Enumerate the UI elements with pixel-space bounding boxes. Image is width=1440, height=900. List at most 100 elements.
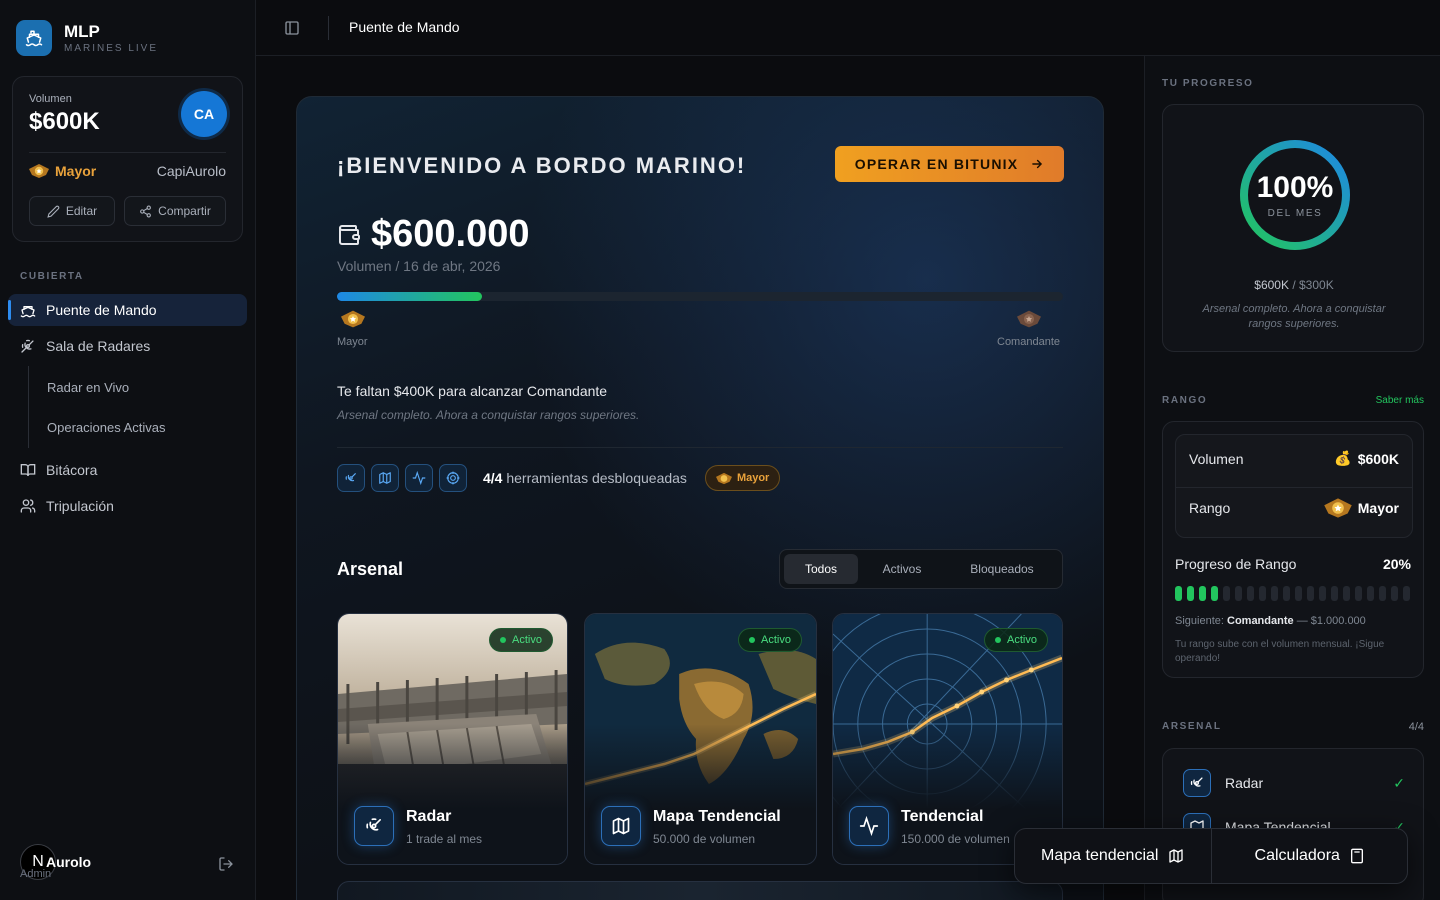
rank-pill-label: Mayor: [736, 472, 770, 484]
tab-locked[interactable]: Bloqueados: [946, 554, 1058, 584]
target-icon[interactable]: [439, 464, 467, 492]
share-icon: [140, 205, 152, 217]
progress-segment: [1271, 586, 1278, 601]
topbar: Puente de Mando: [256, 0, 1440, 56]
sidebar-item-label: Puente de Mando: [46, 302, 157, 318]
rank-emblem-icon: [715, 472, 732, 484]
sidebar-item-crew[interactable]: Tripulación: [8, 490, 247, 522]
next-rank-name: Comandante: [1227, 615, 1294, 627]
trend-map-button[interactable]: Mapa tendencial: [1015, 829, 1211, 883]
share-button[interactable]: Compartir: [124, 196, 226, 226]
arsenal-card-radar[interactable]: Activo Radar 1 trade al mes: [337, 613, 568, 865]
rank-rank-row: Rango Mayor: [1189, 497, 1399, 519]
nav-section-title: CUBIERTA: [20, 271, 84, 282]
calculator-button[interactable]: Calculadora: [1212, 829, 1408, 883]
progress-segment: [1403, 586, 1410, 601]
card-title: Mapa Tendencial: [653, 808, 781, 825]
map-icon[interactable]: [371, 464, 399, 492]
rank-emblem-icon: [1324, 498, 1352, 518]
sidebar-toggle-button[interactable]: [284, 20, 300, 36]
progress-segment: [1259, 586, 1266, 601]
progress-segment: [1295, 586, 1302, 601]
progress-segment: [1187, 586, 1194, 601]
active-badge: Activo: [738, 628, 802, 652]
tab-active[interactable]: Activos: [862, 554, 942, 584]
rank-row-label: Rango: [1189, 500, 1231, 516]
card-actions: Editar Compartir: [29, 196, 226, 226]
logout-button[interactable]: [218, 856, 234, 872]
arsenal-card-map[interactable]: Activo Mapa Tendencial 50.000 de volumen: [584, 613, 817, 865]
activity-icon: [849, 806, 889, 846]
arsenal-count: 4/4: [1408, 721, 1424, 733]
sidebar-subitem-active-ops[interactable]: Operaciones Activas: [47, 420, 166, 435]
rank-volume-value-wrap: 💰 $600K: [1334, 450, 1399, 467]
divider: [337, 447, 1063, 448]
divider: [328, 16, 329, 40]
amount-goal: $300K: [1299, 278, 1334, 292]
amount-value: $600.000: [371, 213, 530, 255]
page-title: Puente de Mando: [349, 19, 460, 35]
brand[interactable]: MLP MARINES LIVE: [16, 20, 158, 56]
rank-progress-percent: 20%: [1382, 556, 1411, 572]
progress-section-title: TU PROGRESO: [1162, 78, 1254, 89]
rank-badge: Mayor: [29, 163, 96, 179]
progress-note: Arsenal completo. Ahora a conquistar ran…: [1202, 303, 1386, 330]
progress-amount: $600K / $300K: [1163, 278, 1425, 292]
card-subtitle: 50.000 de volumen: [653, 832, 756, 846]
tools-unlocked-text: 4/4 herramientas desbloqueadas: [483, 470, 687, 486]
pencil-icon: [47, 205, 60, 218]
map-icon: [1169, 849, 1184, 863]
rank-progress-title: Progreso de Rango: [1175, 556, 1297, 572]
volume-card: Volumen $600K CA Mayor CapiAurolo Editar…: [12, 76, 243, 242]
sidebar-item-radars[interactable]: Sala de Radares: [8, 330, 247, 362]
ring-subtitle: DEL MES: [1267, 208, 1323, 219]
share-label: Compartir: [158, 204, 211, 218]
active-label: Activo: [512, 634, 542, 646]
progress-card: 100% DEL MES $600K / $300K Arsenal compl…: [1162, 104, 1424, 352]
activity-icon[interactable]: [405, 464, 433, 492]
welcome-title: ¡BIENVENIDO A BORDO MARINO!: [337, 153, 747, 178]
wallet-icon: [339, 224, 360, 245]
money-bag-icon: 💰: [1334, 450, 1352, 466]
arsenal-filter: Todos Activos Bloqueados: [779, 549, 1063, 589]
trend-map-label: Mapa tendencial: [1041, 847, 1159, 864]
hero-card: ¡BIENVENIDO A BORDO MARINO! OPERAR EN BI…: [296, 96, 1104, 900]
arrow-right-icon: [1032, 159, 1043, 169]
sidebar-item-label: Sala de Radares: [46, 338, 151, 354]
progress-segment: [1391, 586, 1398, 601]
calculator-label: Calculadora: [1254, 847, 1340, 864]
rank-name: Mayor: [55, 163, 97, 179]
tab-all[interactable]: Todos: [784, 554, 858, 584]
sidebar-item-log[interactable]: Bitácora: [8, 454, 247, 486]
map-icon: [601, 806, 641, 846]
check-icon: ✓: [1393, 775, 1405, 791]
amount-sep: /: [1288, 278, 1299, 292]
brand-subtitle: MARINES LIVE: [64, 42, 159, 54]
logout-icon: [219, 857, 233, 871]
edit-label: Editar: [65, 204, 98, 218]
card-subtitle: 1 trade al mes: [406, 832, 483, 846]
radar-icon[interactable]: [337, 464, 365, 492]
ring-value: 100%: [1256, 171, 1334, 204]
next-prefix: Siguiente:: [1175, 615, 1224, 627]
edit-button[interactable]: Editar: [29, 196, 115, 226]
next-rank-emblem-icon: [1017, 309, 1041, 329]
sidebar-item-bridge[interactable]: Puente de Mando: [8, 294, 247, 326]
radar-icon: [21, 339, 34, 353]
rank-value: Mayor: [1357, 500, 1399, 516]
sidebar-subitem-live-radar[interactable]: Radar en Vivo: [47, 380, 129, 395]
arsenal-card-partial[interactable]: [337, 881, 1063, 900]
arsenal-list-item[interactable]: Radar: [1183, 769, 1263, 797]
progress-segment: [1379, 586, 1386, 601]
rank-value-wrap: Mayor: [1324, 497, 1399, 519]
user-name: CapiAurolo: [156, 163, 226, 179]
learn-more-link[interactable]: Saber más: [1376, 395, 1424, 406]
progress-segment: [1223, 586, 1230, 601]
sidebar-item-label: Bitácora: [46, 462, 98, 478]
active-label: Activo: [1007, 634, 1037, 646]
progress-segment: [1307, 586, 1314, 601]
trade-bitunix-button[interactable]: OPERAR EN BITUNIX: [835, 146, 1064, 182]
card-title: Radar: [406, 808, 452, 825]
card-title: Tendencial: [901, 808, 984, 825]
avatar[interactable]: CA: [181, 91, 227, 137]
